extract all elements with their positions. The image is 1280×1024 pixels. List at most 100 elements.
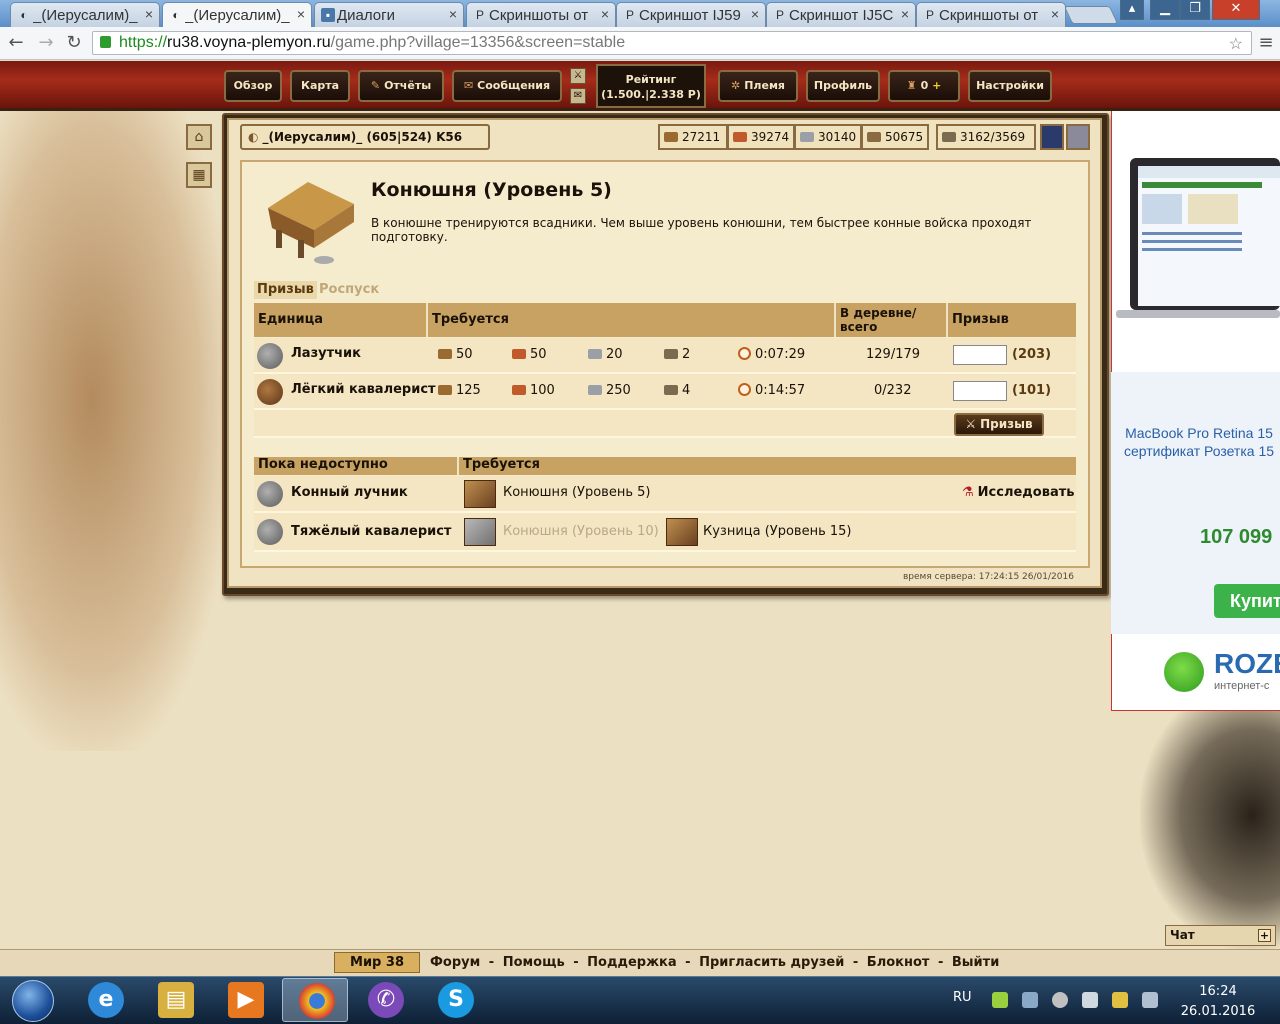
- footer-link-support[interactable]: Поддержка: [587, 955, 676, 970]
- browser-tab-5[interactable]: P Скриншот IJ59 ×: [616, 2, 766, 27]
- ad-price: 107 099: [1200, 526, 1273, 548]
- iron-cost-value: 250: [606, 383, 631, 398]
- resources-icon[interactable]: ▦: [186, 162, 212, 188]
- nav-tribe-button[interactable]: ✲ Племя: [718, 70, 798, 102]
- volume-icon[interactable]: [1082, 992, 1098, 1008]
- recruit-quantity-input[interactable]: [953, 381, 1007, 401]
- close-tab-icon[interactable]: ×: [297, 6, 305, 22]
- media-player-icon: ▶: [228, 982, 264, 1018]
- address-bar[interactable]: https://ru38.voyna-plemyon.ru/game.php?v…: [92, 31, 1252, 55]
- notebook-icon[interactable]: ✉: [570, 88, 586, 104]
- col-unit: Единица: [254, 303, 428, 337]
- taskbar-skype[interactable]: S: [422, 978, 488, 1022]
- footer-link-help[interactable]: Помощь: [503, 955, 565, 970]
- population-icon: [664, 385, 678, 395]
- rating-box[interactable]: Рейтинг (1.500.|2.338 P): [596, 64, 706, 108]
- footer-link-invite[interactable]: Пригласить друзей: [699, 955, 844, 970]
- taskbar-viber[interactable]: ✆: [352, 978, 418, 1022]
- recruit-quantity-input[interactable]: [953, 345, 1007, 365]
- maximize-icon[interactable]: ❐: [1180, 0, 1210, 20]
- chat-expand-icon[interactable]: +: [1258, 929, 1271, 942]
- unit-name[interactable]: Тяжёлый кавалерист: [291, 513, 451, 550]
- nav-overview-button[interactable]: Обзор: [224, 70, 282, 102]
- taskbar-media[interactable]: ▶: [212, 978, 278, 1022]
- browser-tab-6[interactable]: P Скриншот IJ5C ×: [766, 2, 916, 27]
- pop-cost: 4: [664, 374, 690, 408]
- ad-headline[interactable]: MacBook Pro Retina 15 сертификат Розетка …: [1118, 424, 1280, 460]
- unit-name[interactable]: Лазутчик: [291, 338, 361, 372]
- forward-icon[interactable]: →: [34, 32, 58, 54]
- close-tab-icon[interactable]: ×: [601, 6, 609, 22]
- start-button[interactable]: [12, 980, 54, 1022]
- close-tab-icon[interactable]: ×: [145, 6, 153, 22]
- browser-tab-7[interactable]: P Скриншоты от ×: [916, 2, 1066, 27]
- browser-tab-1[interactable]: ◐ _(Иерусалим)_ ×: [10, 2, 160, 27]
- village-name[interactable]: ◐ _(Иерусалим)_ (605|524) K56: [240, 124, 490, 150]
- light-cavalry-unit-icon: [257, 379, 283, 405]
- nav-map-button[interactable]: Карта: [290, 70, 350, 102]
- chat-bar[interactable]: Чат +: [1165, 925, 1276, 946]
- taskbar-ie[interactable]: e: [72, 978, 138, 1022]
- recruit-button[interactable]: ⚔ Призыв: [954, 413, 1044, 436]
- rating-value: (1.500.|2.338 P): [601, 88, 701, 101]
- village-name-label: _(Иерусалим)_ (605|524) K56: [262, 130, 463, 144]
- max-recruit-link[interactable]: (203): [1012, 338, 1051, 372]
- requirement[interactable]: Конюшня (Уровень 10): [503, 513, 659, 550]
- game-favicon-icon: ◐: [172, 8, 180, 22]
- clay-value: 39274: [751, 130, 790, 144]
- browser-tab-3[interactable]: ▪ Диалоги ×: [314, 2, 464, 27]
- bookmark-star-icon[interactable]: ☆: [1229, 34, 1243, 56]
- sync-tray-icon[interactable]: [1052, 992, 1068, 1008]
- window-close-icon[interactable]: ✕: [1212, 0, 1260, 20]
- nav-settings-button[interactable]: Настройки: [968, 70, 1052, 102]
- defense-shield-icon[interactable]: [1040, 124, 1064, 150]
- tray-icon[interactable]: [992, 992, 1008, 1008]
- footer-link-notebook[interactable]: Блокнот: [867, 955, 930, 970]
- nav-profile-button[interactable]: Профиль: [806, 70, 880, 102]
- ad-buy-button[interactable]: Купит: [1214, 584, 1280, 618]
- requirement[interactable]: Кузница (Уровень 15): [703, 513, 852, 550]
- taskbar-chrome[interactable]: [282, 978, 348, 1022]
- tab-label: Скриншот IJ5C: [789, 7, 894, 24]
- minimize-icon[interactable]: ▁: [1150, 0, 1180, 20]
- world-label[interactable]: Мир 38: [334, 952, 420, 973]
- action-center-icon[interactable]: [1112, 992, 1128, 1008]
- browser-tab-4[interactable]: P Скриншоты от ×: [466, 2, 616, 27]
- display-tray-icon[interactable]: [1142, 992, 1158, 1008]
- system-clock[interactable]: 16:24 26.01.2016: [1178, 982, 1258, 1022]
- forum-icon[interactable]: ⚔: [570, 68, 586, 84]
- requirement[interactable]: Конюшня (Уровень 5): [503, 476, 650, 511]
- menu-icon[interactable]: ≡: [1254, 32, 1278, 54]
- taskbar-explorer[interactable]: ▤: [142, 978, 208, 1022]
- language-indicator[interactable]: RU: [953, 990, 972, 1005]
- nav-messages-button[interactable]: ✉ Сообщения: [452, 70, 562, 102]
- browser-tab-2[interactable]: ◐ _(Иерусалим)_ ×: [162, 2, 312, 27]
- new-tab-button[interactable]: [1063, 6, 1119, 24]
- tab-dismiss[interactable]: Роспуск: [316, 281, 382, 299]
- footer-link-logout[interactable]: Выйти: [952, 955, 999, 970]
- clay-cost-value: 50: [530, 347, 547, 362]
- close-tab-icon[interactable]: ×: [1051, 6, 1059, 22]
- village-overview-icon[interactable]: ⌂: [186, 124, 212, 150]
- clay-icon: [512, 349, 526, 359]
- reload-icon[interactable]: ↻: [62, 32, 86, 54]
- back-icon[interactable]: ←: [4, 32, 28, 54]
- p-favicon-icon: P: [625, 8, 634, 22]
- premium-button[interactable]: ♜ 0 +: [888, 70, 960, 102]
- research-link[interactable]: ⚗ Исследовать: [962, 476, 1074, 511]
- user-icon[interactable]: ▴: [1120, 0, 1144, 20]
- unit-name[interactable]: Конный лучник: [291, 476, 408, 511]
- footer-link-forum[interactable]: Форум: [430, 955, 480, 970]
- tab-recruit[interactable]: Призыв: [254, 281, 317, 299]
- unit-name[interactable]: Лёгкий кавалерист: [291, 374, 436, 408]
- nav-reports-button[interactable]: ✎ Отчёты: [358, 70, 444, 102]
- vk-favicon-icon: ▪: [321, 8, 335, 22]
- max-recruit-link[interactable]: (101): [1012, 374, 1051, 408]
- close-tab-icon[interactable]: ×: [449, 6, 457, 22]
- guard-helmet-icon[interactable]: [1066, 124, 1090, 150]
- close-tab-icon[interactable]: ×: [901, 6, 909, 22]
- network-tray-icon[interactable]: [1022, 992, 1038, 1008]
- close-tab-icon[interactable]: ×: [751, 6, 759, 22]
- premium-plus-icon[interactable]: +: [932, 79, 941, 92]
- clock-time: 16:24: [1199, 984, 1237, 999]
